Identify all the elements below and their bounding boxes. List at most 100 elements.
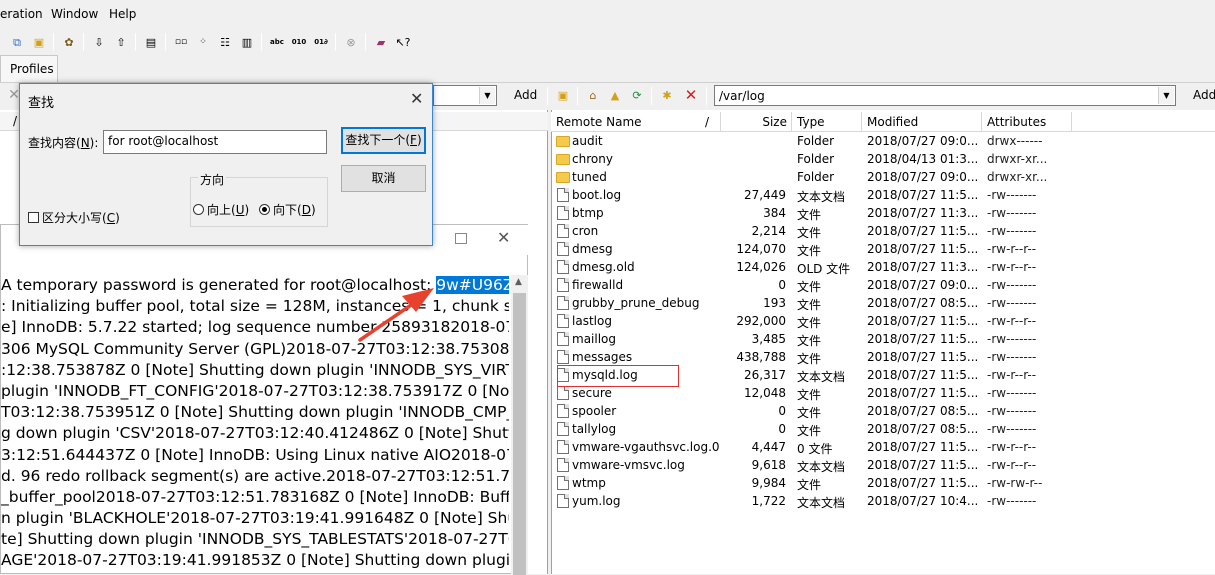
table-row[interactable]: cron 2,214 文件 2018/07/27 11:5... -rw------- bbox=[551, 222, 1215, 240]
upload-icon[interactable]: ⇧ bbox=[111, 32, 131, 52]
cell-modified: 2018/07/27 11:5... bbox=[867, 332, 979, 346]
table-row[interactable]: audit Folder 2018/07/27 09:0... drwx------ bbox=[551, 132, 1215, 150]
log-line: A temporary password is generated for ro… bbox=[1, 275, 509, 296]
cell-type: 文件 bbox=[797, 280, 822, 294]
table-row[interactable]: dmesg 124,070 文件 2018/07/27 11:5... -rw-r--r… bbox=[551, 240, 1215, 258]
cell-attributes: drwxr-xr... bbox=[987, 152, 1048, 166]
chevron-down-icon[interactable]: ▼ bbox=[1158, 87, 1174, 104]
cell-modified: 2018/07/27 11:5... bbox=[867, 224, 979, 238]
chevron-down-icon[interactable]: ▼ bbox=[479, 87, 495, 104]
table-row[interactable]: vmware-vmsvc.log 9,618 文本文档 2018/07/27 11:5… bbox=[551, 456, 1215, 474]
add-local-button[interactable]: Add bbox=[514, 88, 537, 102]
table-row[interactable]: tuned Folder 2018/07/27 09:0... drwxr-xr... bbox=[551, 168, 1215, 186]
maximize-icon[interactable] bbox=[455, 233, 467, 244]
connect-icon[interactable]: ⧉ bbox=[7, 32, 27, 52]
auto-mode-icon[interactable]: 01∂ bbox=[311, 32, 331, 52]
cell-attributes: -rw------- bbox=[987, 404, 1037, 418]
direction-down-radio[interactable]: 向下(D) bbox=[259, 201, 316, 218]
log-scrollbar[interactable]: ▲ bbox=[511, 275, 528, 575]
menu-operation[interactable]: eration bbox=[0, 7, 43, 21]
table-row[interactable]: spooler 0 文件 2018/07/27 08:5... -rw------- bbox=[551, 402, 1215, 420]
home-folder-icon[interactable]: ⌂ bbox=[583, 85, 603, 105]
file-icon bbox=[557, 404, 569, 418]
cell-type: 文件 bbox=[797, 334, 822, 348]
file-icon bbox=[557, 458, 569, 472]
file-icon bbox=[557, 296, 569, 310]
remote-path-combo[interactable]: /var/log ▼ bbox=[714, 85, 1176, 106]
file-icon bbox=[557, 206, 569, 220]
whats-this-help-icon[interactable]: ↖? bbox=[393, 32, 413, 52]
table-row[interactable]: boot.log 27,449 文本文档 2018/07/27 11:5... -rw-… bbox=[551, 186, 1215, 204]
log-text-area[interactable]: A temporary password is generated for ro… bbox=[1, 275, 509, 575]
refresh-icon[interactable]: ⟳ bbox=[627, 85, 647, 105]
cell-name: dmesg.old bbox=[572, 260, 635, 274]
window-icon[interactable]: ▤ bbox=[141, 32, 161, 52]
cancel-button[interactable]: 取消 bbox=[341, 165, 426, 192]
table-row[interactable]: vmware-vgauthsvc.log.0 4,447 0 文件 2018/07/2… bbox=[551, 438, 1215, 456]
cell-size: 124,070 bbox=[736, 242, 786, 256]
large-icons-view-icon[interactable]: ▫▫ bbox=[171, 32, 191, 52]
table-row[interactable]: tallylog 0 文件 2018/07/27 08:5... -rw------- bbox=[551, 420, 1215, 438]
settings-icon[interactable]: ✿ bbox=[59, 32, 79, 52]
col-remote-name[interactable]: Remote Name / bbox=[551, 112, 721, 132]
log-line: 306 MySQL Community Server (GPL)2018-07-… bbox=[1, 339, 509, 358]
binary-mode-icon[interactable]: 010 bbox=[289, 32, 309, 52]
table-row[interactable]: yum.log 1,722 文本文档 2018/07/27 10:4... -rw---… bbox=[551, 492, 1215, 510]
table-row[interactable]: messages 438,788 文件 2018/07/27 11:5... -rw--… bbox=[551, 348, 1215, 366]
menu-window[interactable]: Window bbox=[51, 7, 98, 21]
match-case-checkbox[interactable]: 区分大小写(C) bbox=[28, 209, 120, 226]
download-icon[interactable]: ⇩ bbox=[89, 32, 109, 52]
table-row[interactable]: btmp 384 文件 2018/07/27 11:3... -rw------- bbox=[551, 204, 1215, 222]
col-attributes[interactable]: Attributes bbox=[982, 112, 1072, 132]
col-type[interactable]: Type bbox=[792, 112, 862, 132]
help-book-icon[interactable]: ▰ bbox=[371, 32, 391, 52]
col-modified[interactable]: Modified bbox=[862, 112, 982, 132]
table-row[interactable]: lastlog 292,000 文件 2018/07/27 11:5... -rw-r-… bbox=[551, 312, 1215, 330]
session-icon[interactable]: ▣ bbox=[29, 32, 49, 52]
add-remote-button[interactable]: Add bbox=[1193, 88, 1215, 102]
cell-type: 文件 bbox=[797, 352, 822, 366]
close-icon[interactable]: ✕ bbox=[410, 89, 423, 108]
parent-folder-icon[interactable]: ▲ bbox=[605, 85, 625, 105]
file-icon bbox=[557, 278, 569, 292]
find-what-input[interactable]: for root@localhost bbox=[103, 130, 327, 154]
scrollbar-thumb[interactable] bbox=[513, 293, 526, 575]
text-mode-icon[interactable]: abc bbox=[267, 32, 287, 52]
col-size[interactable]: Size bbox=[721, 112, 792, 132]
menu-help[interactable]: Help bbox=[109, 7, 136, 21]
details-view-icon[interactable]: ▥ bbox=[237, 32, 257, 52]
delete-icon[interactable]: ✕ bbox=[681, 85, 701, 105]
cell-size: 3,485 bbox=[751, 332, 786, 346]
new-folder-icon[interactable]: ✱ bbox=[657, 85, 677, 105]
cell-attributes: drwx------ bbox=[987, 134, 1043, 148]
cell-attributes: -rw------- bbox=[987, 422, 1037, 436]
scroll-up-icon[interactable]: ▲ bbox=[515, 277, 522, 287]
close-icon[interactable]: ✕ bbox=[497, 228, 510, 247]
cell-type: 文件 bbox=[797, 406, 822, 420]
table-row[interactable]: chrony Folder 2018/04/13 01:3... drwxr-xr..… bbox=[551, 150, 1215, 168]
folder-icon bbox=[556, 136, 570, 147]
find-next-button[interactable]: 查找下一个(F) bbox=[341, 127, 426, 154]
cell-modified: 2018/07/27 11:5... bbox=[867, 386, 979, 400]
cell-name: wtmp bbox=[572, 476, 606, 490]
table-row[interactable]: wtmp 9,984 文件 2018/07/27 11:5... -rw-rw-r-- bbox=[551, 474, 1215, 492]
cell-modified: 2018/07/27 09:0... bbox=[867, 278, 979, 292]
table-row[interactable]: firewalld 0 文件 2018/07/27 09:0... -rw------- bbox=[551, 276, 1215, 294]
cell-type: 文本文档 bbox=[797, 460, 846, 474]
small-icons-view-icon[interactable]: ⁘ bbox=[193, 32, 213, 52]
site-manager-icon[interactable]: ▣ bbox=[553, 85, 573, 105]
cell-name: yum.log bbox=[572, 494, 621, 508]
table-row[interactable]: grubby_prune_debug 193 文件 2018/07/27 08:5..… bbox=[551, 294, 1215, 312]
find-what-label: 查找内容(N): bbox=[28, 136, 99, 150]
table-row[interactable]: maillog 3,485 文件 2018/07/27 11:5... -rw-----… bbox=[551, 330, 1215, 348]
direction-up-radio[interactable]: 向上(U) bbox=[193, 201, 249, 218]
remote-list-header: Remote Name / Size Type Modified Attribu… bbox=[551, 112, 1215, 132]
table-row[interactable]: dmesg.old 124,026 OLD 文件 2018/07/27 11:3...… bbox=[551, 258, 1215, 276]
list-view-icon[interactable]: ☷ bbox=[215, 32, 235, 52]
cell-modified: 2018/07/27 11:3... bbox=[867, 206, 979, 220]
cell-size: 0 bbox=[778, 404, 786, 418]
stop-icon[interactable]: ⊗ bbox=[341, 32, 361, 52]
cell-type: 文件 bbox=[797, 298, 822, 312]
tab-profiles[interactable]: Profiles bbox=[0, 55, 58, 82]
local-path-combo[interactable]: ▼ bbox=[433, 85, 497, 106]
